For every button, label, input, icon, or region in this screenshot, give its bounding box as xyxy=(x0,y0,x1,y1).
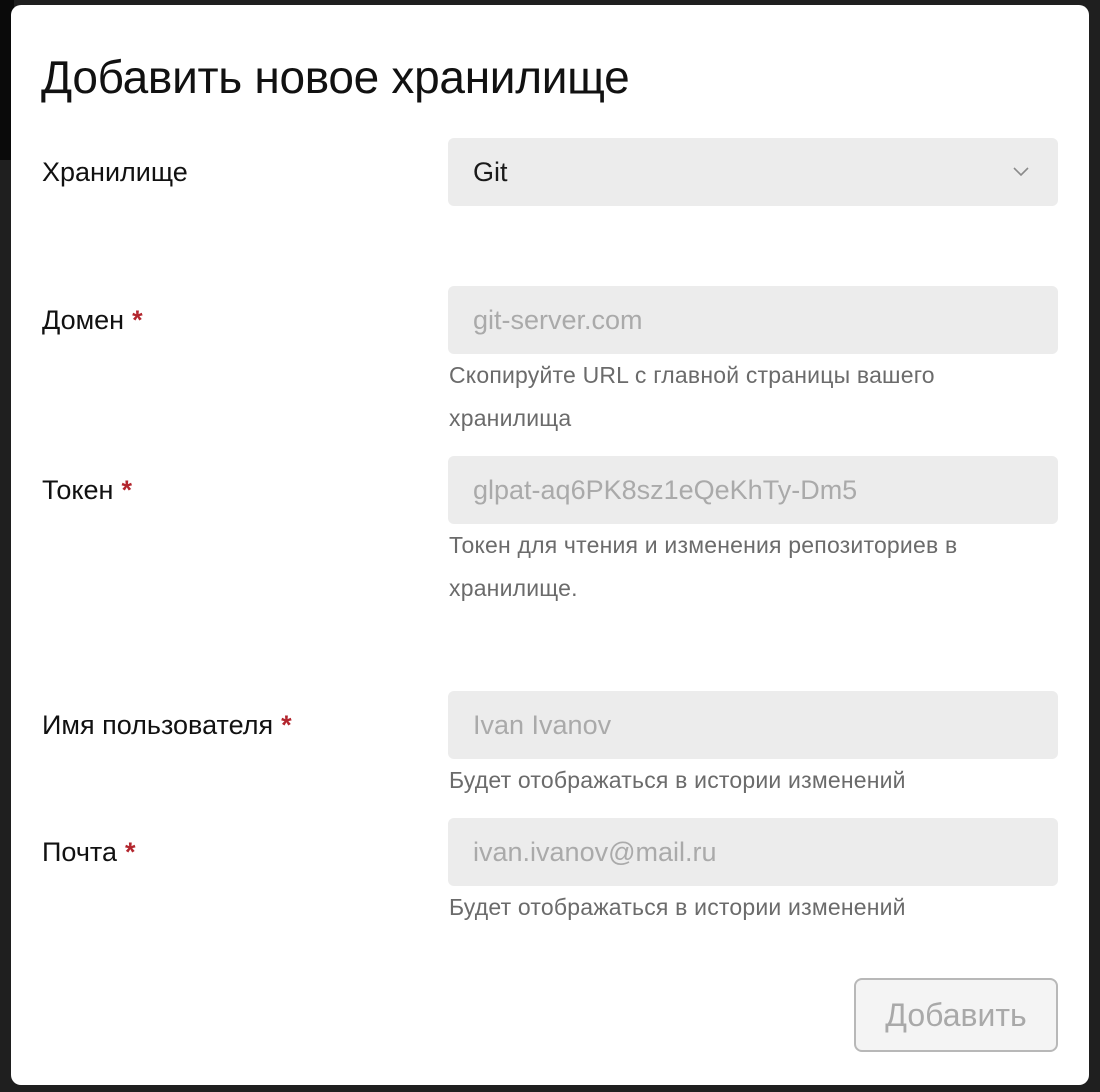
email-hint: Будет отображаться в истории изменений xyxy=(449,894,906,920)
email-label-text: Почта xyxy=(42,837,117,867)
username-input-placeholder: Ivan Ivanov xyxy=(473,709,612,740)
username-input[interactable]: Ivan Ivanov xyxy=(448,691,1058,759)
storage-select[interactable]: Git xyxy=(448,138,1058,206)
email-input-placeholder: ivan.ivanov@mail.ru xyxy=(473,836,717,867)
add-button[interactable]: Добавить xyxy=(854,978,1058,1052)
domain-label-text: Домен xyxy=(42,305,125,335)
domain-input-placeholder: git-server.com xyxy=(473,304,643,335)
dialog-title: Добавить новое хранилище xyxy=(41,51,630,103)
domain-label: Домен * xyxy=(42,303,143,337)
token-label: Токен * xyxy=(42,473,132,507)
chevron-down-icon xyxy=(1013,167,1029,177)
email-label: Почта * xyxy=(42,835,136,869)
token-label-text: Токен xyxy=(42,475,114,505)
storage-select-value: Git xyxy=(473,156,508,187)
domain-hint: Скопируйте URL с главной страницы вашего… xyxy=(449,362,935,431)
storage-label-text: Хранилище xyxy=(42,157,188,187)
username-label: Имя пользователя * xyxy=(42,708,292,742)
add-storage-dialog: Добавить новое хранилище Хранилище Git Д… xyxy=(11,5,1089,1085)
required-mark: * xyxy=(121,475,132,505)
required-mark: * xyxy=(132,305,143,335)
username-label-text: Имя пользователя xyxy=(42,710,274,740)
token-input[interactable]: glpat-aq6PK8sz1eQeKhTy-Dm5 xyxy=(448,456,1058,524)
email-input[interactable]: ivan.ivanov@mail.ru xyxy=(448,818,1058,886)
username-hint: Будет отображаться в истории изменений xyxy=(449,767,906,793)
token-hint: Токен для чтения и изменения репозиторие… xyxy=(449,532,958,601)
required-mark: * xyxy=(281,710,292,740)
storage-label: Хранилище xyxy=(42,155,188,189)
domain-input[interactable]: git-server.com xyxy=(448,286,1058,354)
required-mark: * xyxy=(124,837,136,867)
token-input-placeholder: glpat-aq6PK8sz1eQeKhTy-Dm5 xyxy=(473,474,858,505)
